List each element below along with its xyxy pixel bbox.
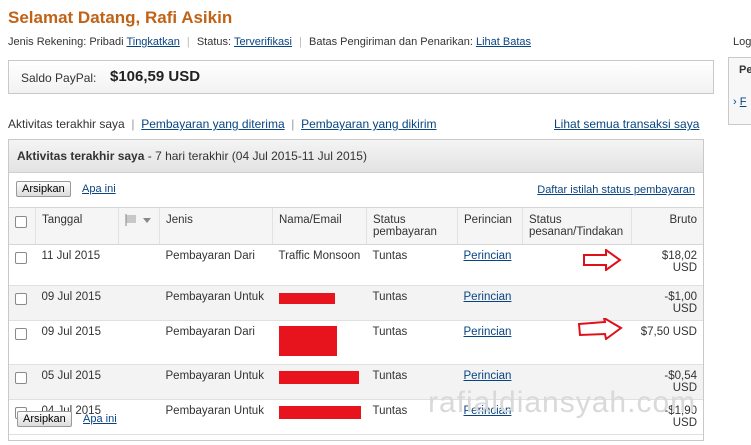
balance-box: Saldo PayPal: $106,59 USD (8, 60, 714, 94)
watermark: rafialdiansyah.com (428, 386, 697, 419)
column-payment-status[interactable]: Status pembayaran (366, 207, 458, 245)
column-order-status[interactable]: Status pesanan/Tindakan (522, 207, 632, 245)
row-select-cell (9, 320, 36, 365)
gross-cell: $18,02 USD (631, 244, 703, 286)
panel-title-text: Aktivitas terakhir saya (17, 149, 145, 163)
balance-label: Saldo PayPal: (21, 71, 97, 85)
gross-cell: -$1,00 USD (631, 285, 703, 321)
table-row: 09 Jul 2015 Pembayaran Untuk Tuntas Peri… (9, 285, 703, 321)
bottom-actions: Arsipkan Apa ini (17, 411, 117, 427)
table-header-row: Tanggal Jenis Nama/Email Status pembayar… (9, 207, 703, 245)
select-all-header (9, 207, 36, 245)
date-cell: 09 Jul 2015 (35, 285, 119, 321)
limits-label: Batas Pengiriman dan Penarikan: (309, 36, 473, 48)
tab-payments-sent[interactable]: Pembayaran yang dikirim (301, 117, 436, 131)
archive-button-bottom[interactable]: Arsipkan (17, 411, 72, 427)
row-select-cell (9, 244, 36, 286)
column-type[interactable]: Jenis (159, 207, 273, 245)
account-info-bar: Jenis Rekening: Pribadi Tingkatkan | Sta… (8, 36, 531, 48)
column-details[interactable]: Perincian (457, 207, 523, 245)
name-cell (272, 364, 367, 400)
archive-button[interactable]: Arsipkan (16, 181, 71, 197)
arrow-right-icon (577, 318, 623, 340)
row-select-cell (9, 364, 36, 400)
divider: | (299, 36, 302, 48)
flag-filter-icon[interactable] (125, 214, 153, 226)
top-actions: Arsipkan Apa ini (16, 181, 116, 197)
date-cell: 05 Jul 2015 (35, 364, 119, 400)
details-link[interactable]: Perincian (464, 370, 512, 382)
tab-recent-activity[interactable]: Aktivitas terakhir saya (8, 117, 125, 131)
balance-value: $106,59 USD (110, 68, 201, 85)
status-cell: Tuntas (366, 320, 458, 365)
order-status-cell (522, 285, 632, 321)
flag-cell (118, 399, 160, 435)
details-cell: Perincian (457, 320, 523, 365)
status-cell: Tuntas (366, 285, 458, 321)
name-cell: Traffic Monsoon (272, 244, 367, 286)
divider: | (287, 117, 298, 131)
status-glossary-link[interactable]: Daftar istilah status pembayaran (537, 184, 695, 196)
upgrade-link[interactable]: Tingkatkan (126, 36, 179, 48)
status-cell: Tuntas (366, 244, 458, 286)
side-panel-title: Pe (739, 64, 751, 76)
column-name-email[interactable]: Nama/Email (272, 207, 367, 245)
side-panel-link[interactable]: › F (733, 96, 746, 108)
details-cell: Perincian (457, 285, 523, 321)
account-type-label: Jenis Rekening: Pribadi (8, 36, 124, 48)
panel-date-range: - 7 hari terakhir (04 Jul 2015-11 Jul 20… (147, 149, 367, 163)
status-label: Status: (196, 36, 232, 48)
activity-tabs: Aktivitas terakhir saya | Pembayaran yan… (8, 117, 437, 131)
verified-status-link[interactable]: Terverifikasi (234, 36, 292, 48)
redaction-mark (278, 371, 359, 384)
flag-cell (118, 320, 160, 365)
name-cell (272, 285, 367, 321)
column-flag[interactable] (118, 207, 160, 245)
side-panel: Pe › F (728, 57, 751, 125)
flag-cell (118, 364, 160, 400)
flag-cell (118, 244, 160, 286)
welcome-heading: Selamat Datang, Rafi Asikin (8, 8, 233, 27)
row-checkbox[interactable] (15, 252, 27, 264)
row-checkbox[interactable] (15, 328, 27, 340)
divider: | (186, 36, 190, 48)
redaction-mark (278, 326, 337, 356)
details-link[interactable]: Perincian (464, 326, 512, 338)
select-all-checkbox[interactable] (15, 216, 27, 228)
date-cell: 09 Jul 2015 (35, 320, 119, 365)
type-cell: Pembayaran Dari (159, 320, 273, 365)
details-link[interactable]: Perincian (464, 250, 512, 262)
row-select-cell (9, 285, 36, 321)
column-gross[interactable]: Bruto (631, 207, 703, 245)
name-cell (272, 320, 367, 365)
row-checkbox[interactable] (15, 293, 27, 305)
view-limits-link[interactable]: Lihat Batas (476, 36, 531, 48)
what-is-this-link[interactable]: Apa ini (82, 183, 116, 195)
type-cell: Pembayaran Untuk (159, 399, 273, 435)
type-cell: Pembayaran Dari (159, 244, 273, 286)
details-link[interactable]: Perincian (464, 291, 512, 303)
view-all-transactions-link[interactable]: Lihat semua transaksi saya (554, 117, 699, 131)
redaction-mark (278, 293, 335, 304)
flag-cell (118, 285, 160, 321)
divider: | (128, 117, 138, 131)
what-is-this-link-bottom[interactable]: Apa ini (83, 413, 117, 425)
column-date[interactable]: Tanggal (35, 207, 119, 245)
panel-header: Aktivitas terakhir saya - 7 hari terakhi… (9, 140, 703, 173)
row-checkbox[interactable] (15, 372, 27, 384)
tab-payments-received[interactable]: Pembayaran yang diterima (141, 117, 284, 131)
type-cell: Pembayaran Untuk (159, 364, 273, 400)
gross-cell: $7,50 USD (631, 320, 703, 365)
details-cell: Perincian (457, 244, 523, 286)
panel-title: Aktivitas terakhir saya - 7 hari terakhi… (17, 149, 367, 163)
redaction-mark (278, 406, 361, 419)
type-cell: Pembayaran Untuk (159, 285, 273, 321)
arrow-right-icon (583, 249, 622, 271)
logout-link-partial[interactable]: Log (733, 36, 751, 48)
date-cell: 11 Jul 2015 (35, 244, 119, 286)
name-cell (272, 399, 367, 435)
